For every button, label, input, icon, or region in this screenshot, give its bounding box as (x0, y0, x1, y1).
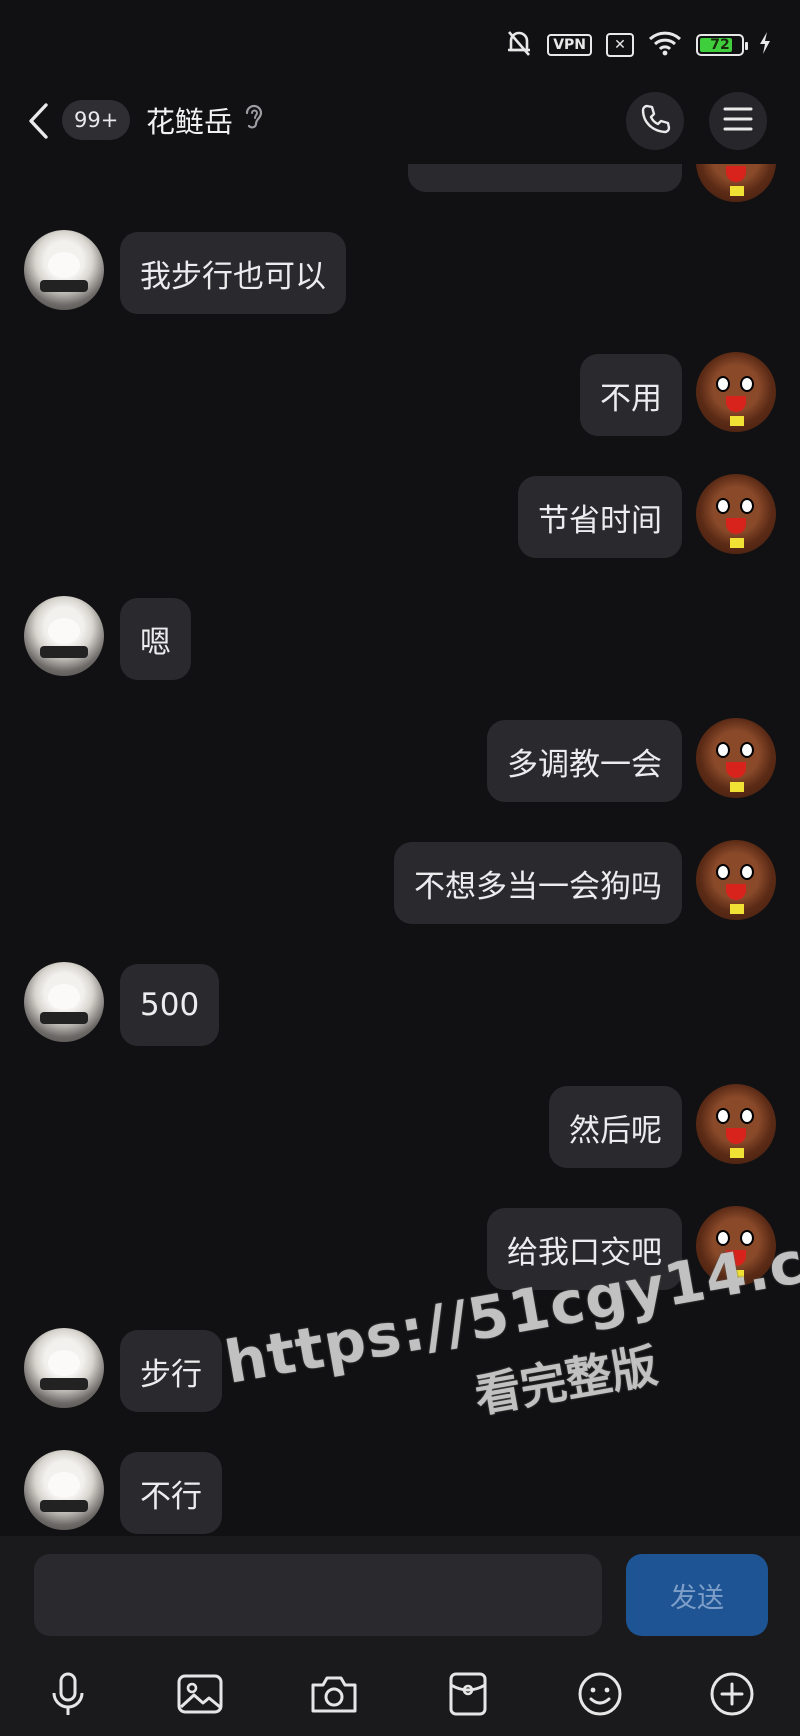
back-icon[interactable] (26, 96, 66, 146)
contact-avatar[interactable] (24, 230, 104, 310)
my-avatar[interactable] (696, 840, 776, 920)
contact-avatar[interactable] (24, 596, 104, 676)
message-bubble[interactable]: 500 (120, 964, 220, 1046)
ear-icon (243, 103, 263, 138)
status-icons: VPN ✕ 72 (505, 28, 772, 62)
my-avatar[interactable] (696, 1084, 776, 1164)
vpn-icon: VPN (547, 34, 592, 56)
chat-header: 99+ 花鲢岳 (0, 80, 800, 164)
menu-icon (723, 106, 753, 136)
more-menu-button[interactable] (709, 92, 767, 150)
emoji-icon[interactable] (568, 1662, 632, 1726)
my-avatar[interactable] (696, 1206, 776, 1286)
phone-icon (639, 103, 671, 139)
contact-avatar[interactable] (24, 962, 104, 1042)
camera-icon[interactable] (302, 1662, 366, 1726)
composer-toolbar (0, 1662, 800, 1726)
message-bubble[interactable]: 不行 (120, 1452, 222, 1534)
wifi-icon (648, 30, 682, 60)
send-button[interactable]: 发送 (626, 1554, 768, 1636)
message-bubble[interactable]: 然后呢 (549, 1086, 682, 1168)
red-packet-icon[interactable] (436, 1662, 500, 1726)
message-bubble[interactable]: 我步行也可以 (120, 232, 346, 314)
charging-icon (758, 31, 772, 59)
message-bubble[interactable]: 给我口交吧 (487, 1208, 682, 1290)
my-avatar[interactable] (696, 164, 776, 202)
contact-title[interactable]: 花鲢岳 (146, 100, 263, 140)
phone-call-button[interactable] (626, 92, 684, 150)
my-avatar[interactable] (696, 718, 776, 798)
status-bar: VPN ✕ 72 (0, 0, 800, 80)
previous-message-bubble[interactable] (408, 164, 682, 192)
plus-icon[interactable] (700, 1662, 764, 1726)
my-avatar[interactable] (696, 352, 776, 432)
sim-off-icon: ✕ (606, 33, 634, 57)
message-input[interactable] (34, 1554, 602, 1636)
bell-muted-icon (505, 28, 533, 62)
contact-name: 花鲢岳 (146, 105, 234, 139)
unread-count-badge[interactable]: 99+ (62, 100, 131, 140)
contact-avatar[interactable] (24, 1450, 104, 1530)
message-bubble[interactable]: 不想多当一会狗吗 (394, 842, 682, 924)
message-bubble[interactable]: 嗯 (120, 598, 191, 680)
message-bubble[interactable]: 多调教一会 (487, 720, 682, 802)
battery-icon: 72 (696, 34, 748, 56)
message-bubble[interactable]: 节省时间 (518, 476, 682, 558)
my-avatar[interactable] (696, 474, 776, 554)
composer-bar: 发送 (0, 1536, 800, 1736)
message-bubble[interactable]: 不用 (580, 354, 682, 436)
contact-avatar[interactable] (24, 1328, 104, 1408)
microphone-icon[interactable] (36, 1662, 100, 1726)
message-list[interactable]: 我步行也可以 不用 节省时间 嗯 多调教一会 不想多当一会狗吗 500 然后呢 … (0, 164, 800, 1536)
image-icon[interactable] (168, 1662, 232, 1726)
message-bubble[interactable]: 步行 (120, 1330, 222, 1412)
